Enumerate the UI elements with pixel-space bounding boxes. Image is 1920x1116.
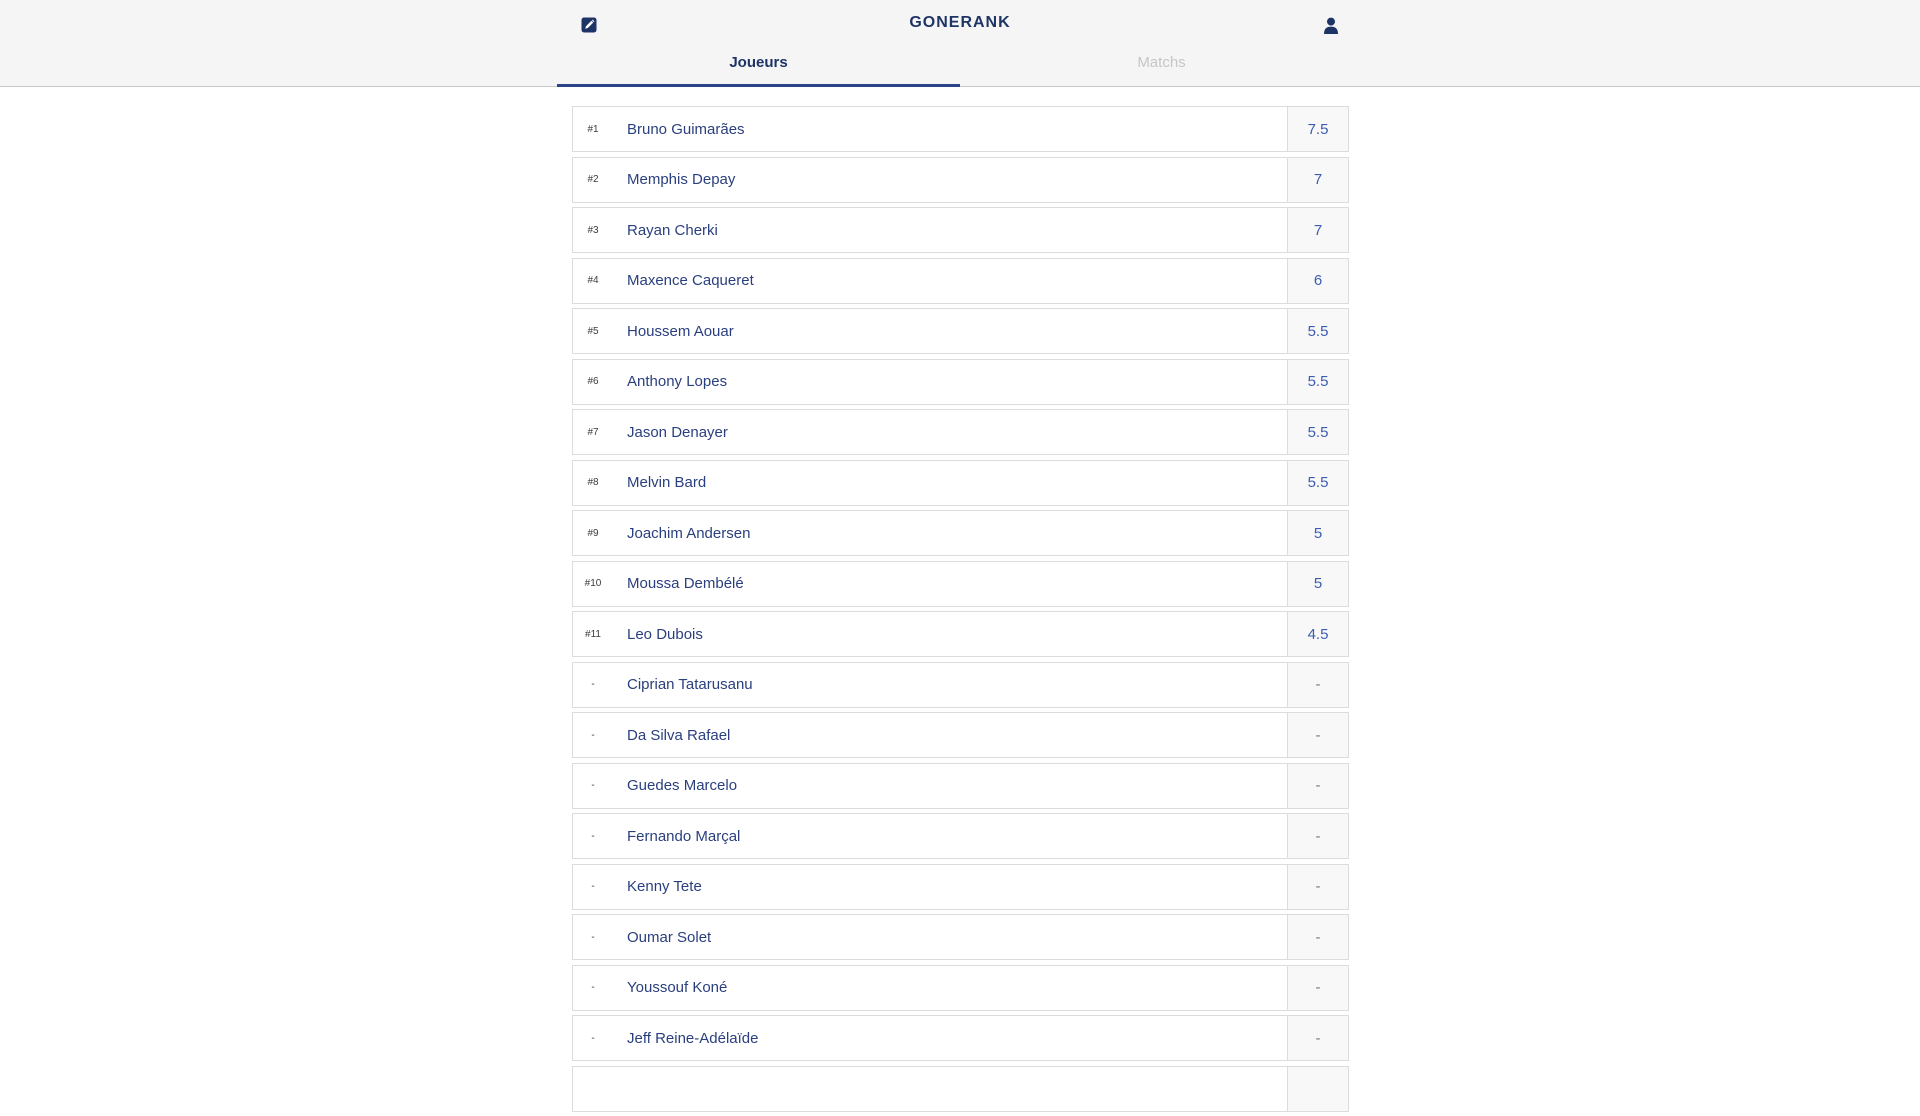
player-row[interactable]: - Guedes Marcelo - — [572, 762, 1349, 809]
player-row[interactable]: #1 Bruno Guimarães 7.5 — [572, 106, 1349, 152]
player-rank: - — [591, 881, 595, 892]
tab-joueurs[interactable]: Joueurs — [557, 50, 960, 87]
player-name: Jeff Reine-Adélaïde — [627, 1029, 759, 1047]
player-name: Leo Dubois — [627, 625, 703, 643]
player-name: Guedes Marcelo — [627, 777, 738, 794]
player-name: Memphis Depay — [627, 171, 736, 188]
player-name: Maxence Caqueret — [627, 272, 754, 289]
player-row[interactable]: #3 Rayan Cherki 7 — [572, 207, 1349, 253]
player-name: Oumar Solet — [627, 928, 712, 946]
player-row[interactable]: - Kenny Tete - — [572, 863, 1349, 910]
player-score: 5 — [1287, 561, 1348, 606]
player-rank: #2 — [587, 174, 599, 185]
player-name: Moussa Dembélé — [627, 575, 744, 592]
player-rank: #6 — [587, 376, 599, 387]
player-name: Joachim Andersen — [627, 524, 751, 542]
player-score: 7 — [1287, 157, 1348, 202]
player-list: #1 Bruno Guimarães 7.5 #2 Memphis Depay 7 #3 Ra… — [572, 106, 1349, 1116]
player-name: Kenny Tete — [627, 878, 702, 895]
player-score: 5.5 — [1287, 309, 1348, 353]
app-header: GONERANK Joueurs Matchs — [0, 0, 1920, 87]
player-rank: #11 — [585, 628, 601, 640]
player-row[interactable]: - Oumar Solet - — [572, 914, 1349, 960]
player-score: - — [1287, 965, 1348, 1010]
player-rank: #5 — [587, 325, 599, 337]
player-score: 4.5 — [1287, 612, 1348, 656]
tab-matchs[interactable]: Matchs — [960, 50, 1363, 87]
player-rank: #10 — [584, 578, 602, 589]
player-rank: - — [591, 1032, 595, 1044]
player-row[interactable]: #7 Jason Denayer 5.5 — [572, 409, 1349, 455]
player-row[interactable]: - Youssouf Koné - — [572, 964, 1349, 1011]
tab-bar: Joueurs Matchs — [557, 50, 1363, 87]
player-score: - — [1287, 915, 1348, 959]
player-name: Ciprian Tatarusanu — [627, 676, 753, 693]
player-rank: - — [591, 679, 595, 690]
player-score: - — [1287, 662, 1348, 707]
player-row[interactable]: #5 Houssem Aouar 5.5 — [572, 308, 1349, 354]
player-score: 5.5 — [1287, 410, 1348, 454]
player-row[interactable]: - Da Silva Rafael - — [572, 712, 1349, 758]
player-row[interactable]: #11 Leo Dubois 4.5 — [572, 611, 1349, 657]
player-score: - — [1287, 713, 1348, 757]
player-row[interactable]: - Ciprian Tatarusanu - — [572, 661, 1349, 708]
player-rank: #9 — [587, 527, 599, 539]
player-score: - — [1287, 763, 1348, 808]
player-row[interactable]: #10 Moussa Dembélé 5 — [572, 560, 1349, 607]
player-row[interactable]: - Fernando Marçal - — [572, 813, 1349, 859]
player-rank: - — [591, 729, 595, 741]
player-name: Jason Denayer — [627, 423, 728, 441]
player-row[interactable]: #4 Maxence Caqueret 6 — [572, 257, 1349, 304]
player-name: Fernando Marçal — [627, 827, 741, 845]
player-name: Anthony Lopes — [627, 373, 728, 390]
player-score: 5.5 — [1287, 359, 1348, 404]
player-rank: #3 — [587, 224, 599, 236]
app-title: GONERANK — [909, 14, 1011, 31]
player-score: 7 — [1287, 208, 1348, 252]
player-name: Youssouf Koné — [627, 979, 728, 996]
player-rank: #4 — [587, 275, 599, 286]
player-name: Bruno Guimarães — [627, 120, 745, 138]
player-score: 5.5 — [1287, 460, 1348, 505]
player-rank: - — [591, 931, 595, 943]
player-rank: - — [591, 830, 595, 842]
player-rank: #7 — [587, 426, 599, 438]
player-score: 6 — [1287, 258, 1348, 303]
player-name: Da Silva Rafael — [627, 726, 731, 744]
player-rank: #8 — [587, 477, 599, 488]
player-row[interactable]: #8 Melvin Bard 5.5 — [572, 459, 1349, 506]
player-row[interactable]: - Jeff Reine-Adélaïde - — [572, 1015, 1349, 1061]
player-row[interactable]: #2 Memphis Depay 7 — [572, 156, 1349, 203]
header-inner: GONERANK Joueurs Matchs — [557, 0, 1363, 87]
player-score — [1287, 1066, 1348, 1111]
player-name: Melvin Bard — [627, 474, 707, 491]
player-rank: - — [591, 982, 595, 993]
player-score: - — [1287, 864, 1348, 909]
player-rank: #1 — [587, 123, 599, 135]
player-score: 5 — [1287, 511, 1348, 555]
player-name: Houssem Aouar — [627, 322, 734, 340]
player-score: 7.5 — [1287, 107, 1348, 151]
player-score: - — [1287, 1016, 1348, 1060]
user-icon[interactable] — [1323, 17, 1339, 34]
player-score: - — [1287, 814, 1348, 858]
player-name: Rayan Cherki — [627, 221, 718, 239]
player-row[interactable]: #6 Anthony Lopes 5.5 — [572, 358, 1349, 405]
player-row[interactable] — [572, 1065, 1349, 1112]
player-rank: - — [591, 780, 595, 791]
player-row[interactable]: #9 Joachim Andersen 5 — [572, 510, 1349, 556]
